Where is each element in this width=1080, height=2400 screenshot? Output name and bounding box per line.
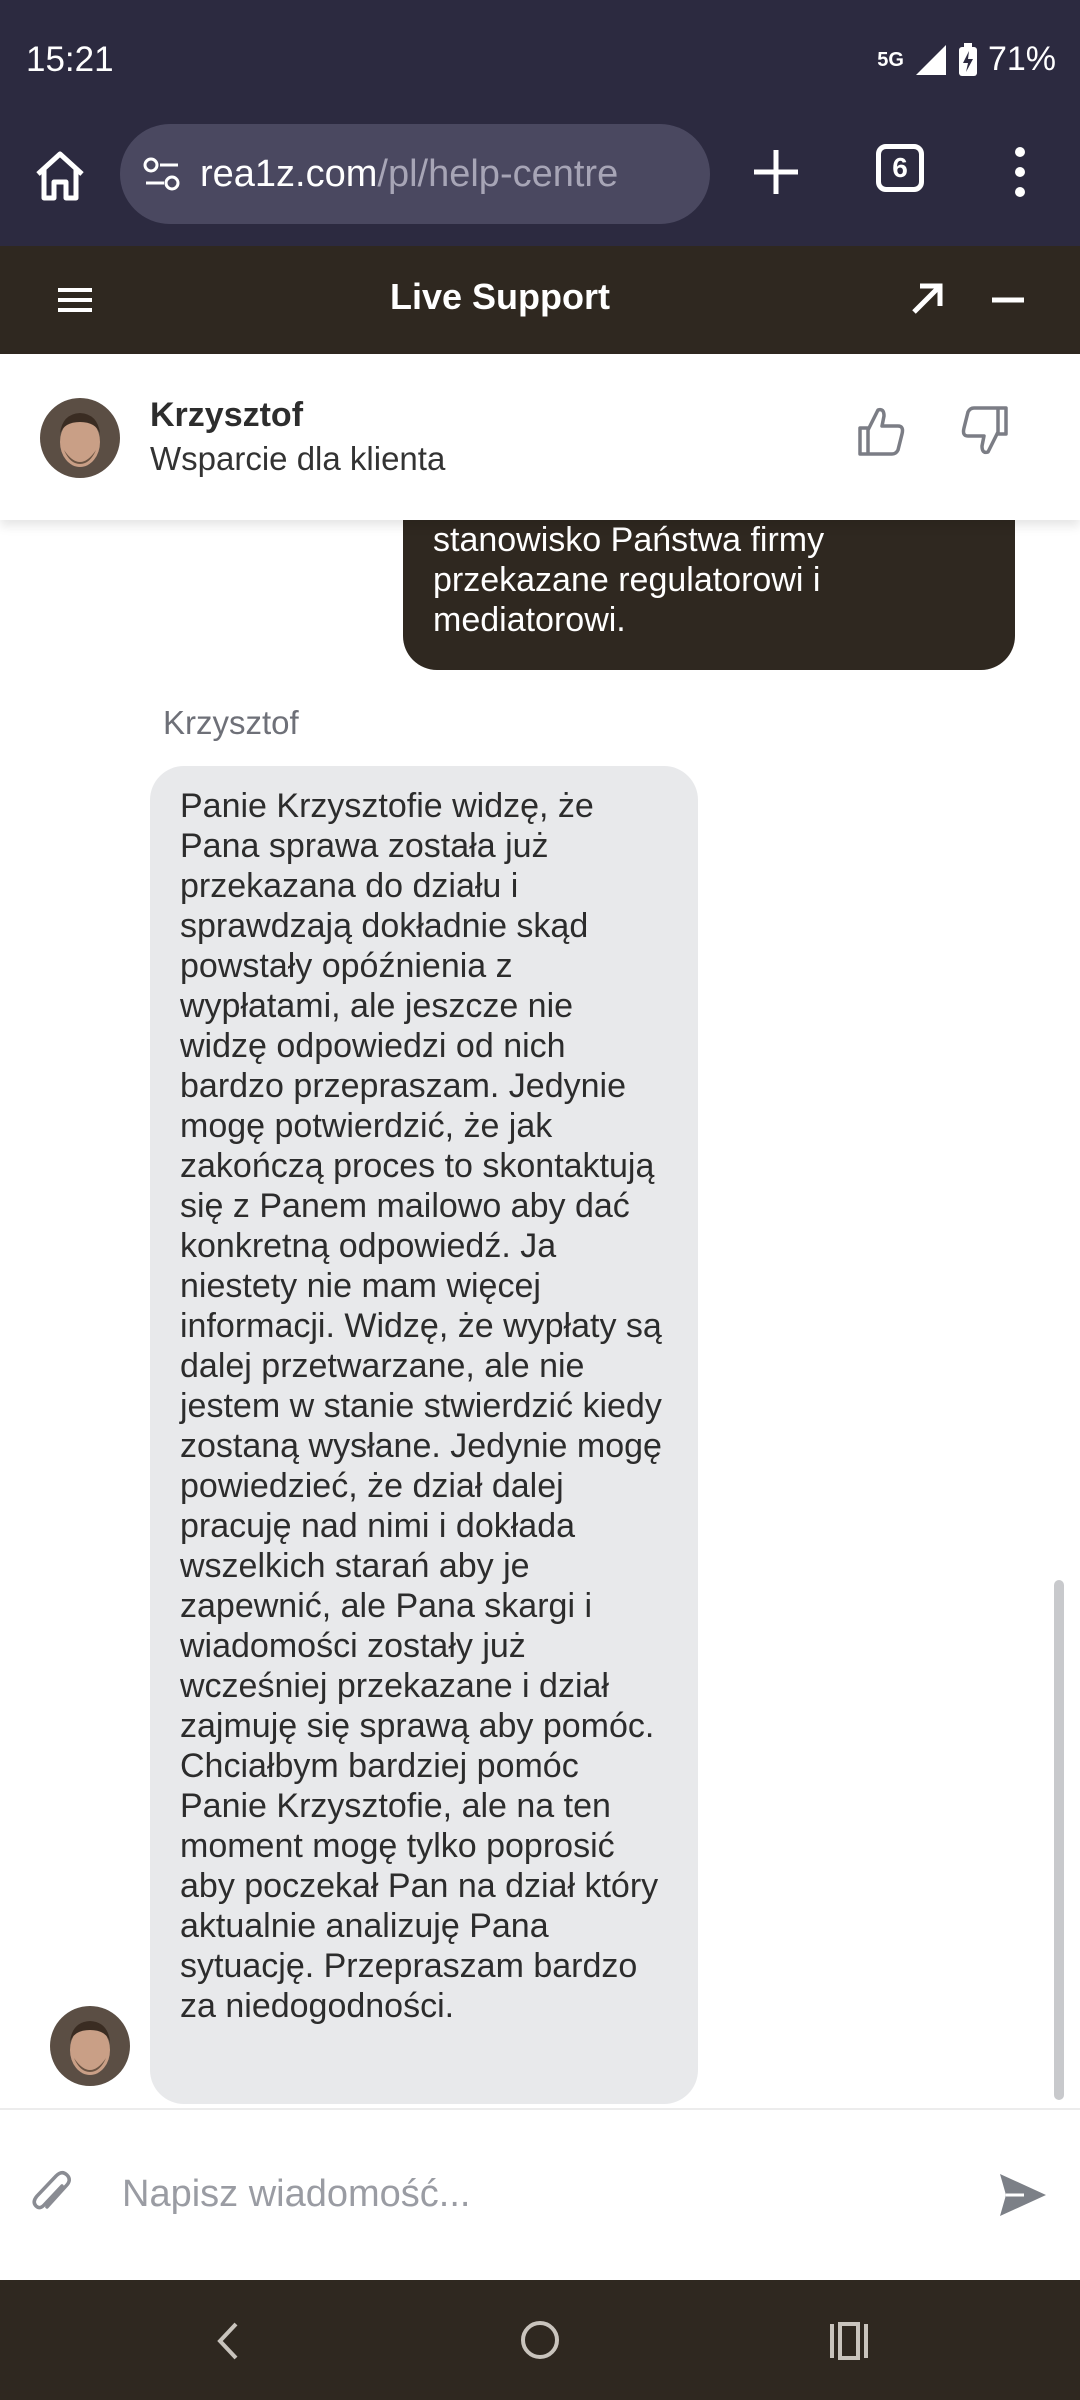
site-settings-icon[interactable] — [140, 152, 184, 196]
battery-percent: 71% — [987, 40, 1056, 78]
chat-header: Live Support — [0, 246, 1080, 354]
message-avatar — [50, 2006, 130, 2086]
message-list[interactable]: mojego czasu. Czekam na oficjalne stanow… — [0, 520, 1080, 2108]
message-sender-label: Krzysztof — [163, 704, 299, 741]
url-domain: rea1z.com — [200, 152, 378, 195]
battery-charging-icon — [958, 42, 977, 76]
expand-icon[interactable] — [904, 276, 950, 322]
status-bar: 15:21 5G 71% — [0, 0, 1080, 124]
address-bar[interactable]: rea1z.com/pl/help-centre — [120, 124, 710, 224]
recent-apps-icon[interactable] — [826, 2318, 872, 2364]
system-navigation-bar — [0, 2280, 1080, 2400]
tab-switcher-button[interactable]: 6 — [876, 144, 924, 192]
signal-icon — [915, 44, 946, 75]
more-options-icon[interactable] — [1000, 142, 1040, 202]
minimize-icon[interactable] — [988, 276, 1028, 322]
chat-title: Live Support — [389, 276, 610, 317]
user-message-bubble: mojego czasu. Czekam na oficjalne stanow… — [403, 520, 1015, 670]
new-tab-icon[interactable] — [748, 144, 804, 200]
thumbs-up-icon[interactable] — [854, 404, 908, 458]
thumbs-down-icon[interactable] — [958, 404, 1012, 458]
avatar — [40, 398, 120, 478]
agent-bar: Krzysztof Wsparcie dla klienta — [0, 354, 1080, 520]
message-composer — [0, 2108, 1080, 2282]
message-input[interactable] — [120, 2158, 964, 2230]
home-icon[interactable] — [30, 146, 90, 206]
status-time: 15:21 — [26, 40, 114, 79]
url-path: /pl/help-centre — [377, 152, 619, 195]
status-indicators: 5G 71% — [877, 40, 1056, 79]
network-type: 5G — [877, 48, 904, 71]
paperclip-icon[interactable] — [28, 2166, 74, 2220]
agent-message-bubble: Panie Krzysztofie widzę, że Pana sprawa … — [150, 766, 698, 2104]
send-icon[interactable] — [996, 2170, 1048, 2220]
agent-name: Krzysztof — [150, 396, 304, 434]
agent-role: Wsparcie dla klienta — [150, 440, 446, 477]
scrollbar[interactable] — [1054, 1580, 1064, 2100]
back-icon[interactable] — [208, 2318, 248, 2364]
browser-toolbar: rea1z.com/pl/help-centre 6 — [0, 124, 1080, 246]
home-circle-icon[interactable] — [516, 2316, 564, 2364]
url-text: rea1z.com/pl/help-centre — [200, 153, 618, 196]
